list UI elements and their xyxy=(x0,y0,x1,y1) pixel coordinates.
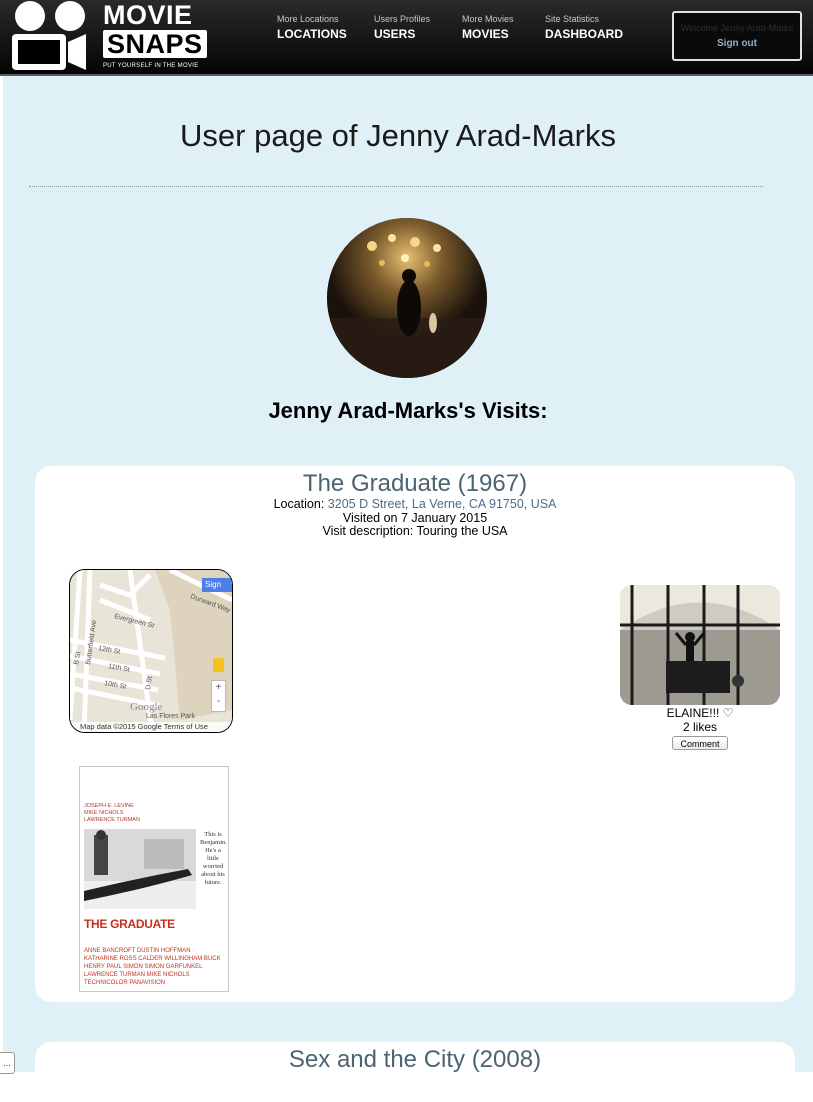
logo-tagline: PUT YOURSELF IN THE MOVIE xyxy=(103,63,199,69)
account-box: Welcome Jenny Arad-Marks Sign out xyxy=(672,11,802,61)
corner-tab[interactable]: ... xyxy=(0,1052,15,1074)
visit-date: Visited on 7 January 2015 xyxy=(342,511,488,525)
divider xyxy=(29,186,763,187)
visit-card: The Graduate (1967) Location: 3205 D Str… xyxy=(35,466,795,1002)
poster-credit-line: MIKE NICHOLS xyxy=(84,810,124,816)
map-tiles: Evergreen St Durward Way 12th St 11th St… xyxy=(70,570,232,732)
map-signin-button[interactable]: Sign xyxy=(202,578,232,592)
nav-locations[interactable]: More Locations LOCATIONS xyxy=(277,13,347,43)
poster-credit-line: LAWRENCE TURMAN xyxy=(84,817,140,823)
welcome-text: Welcome Jenny Arad-Marks xyxy=(680,23,794,33)
camera-logo-icon xyxy=(12,1,86,70)
nav-movies[interactable]: More Movies MOVIES xyxy=(462,13,514,43)
visit-description: Visit description: Touring the USA xyxy=(322,524,508,538)
avatar-image xyxy=(327,218,487,378)
location-label: Location: xyxy=(273,497,325,511)
page-title: User page of Jenny Arad-Marks xyxy=(180,118,616,153)
poster-credits: JOSEPH E. LEVINE MIKE NICHOLS LAWRENCE T… xyxy=(84,803,140,824)
map-label-las-flores: Las Flores Park xyxy=(146,713,196,720)
sign-out-link[interactable]: Sign out xyxy=(674,38,800,49)
map-google-logo: Google xyxy=(130,701,163,713)
logo-snaps-text: SNAPS xyxy=(103,30,207,58)
location-map[interactable]: Evergreen St Durward Way 12th St 11th St… xyxy=(69,569,233,733)
nav-locations-label: LOCATIONS xyxy=(277,27,347,41)
snap-likes: 2 likes xyxy=(682,720,717,734)
snap-caption: ELAINE!!! ♡ 2 likes xyxy=(620,706,780,734)
location-link[interactable]: 3205 D Street, La Verne, CA 91750, USA xyxy=(328,497,557,511)
visits-heading: Jenny Arad-Marks's Visits: xyxy=(268,398,548,423)
zoom-in-button[interactable]: + xyxy=(212,681,225,695)
logo-movie-text: MOVIE xyxy=(103,0,193,30)
visit-movie-title[interactable]: Sex and the City (2008) xyxy=(35,1046,795,1074)
nav-dashboard[interactable]: Site Statistics DASHBOARD xyxy=(545,13,623,43)
visit-card: Sex and the City (2008) xyxy=(35,1042,795,1102)
avatar xyxy=(327,218,487,378)
poster-cast: ANNE BANCROFT DUSTIN HOFFMAN · KATHARINE… xyxy=(84,948,221,986)
nav-locations-subtitle: More Locations xyxy=(277,14,339,24)
nav-users-label: USERS xyxy=(374,27,416,41)
visit-movie-title[interactable]: The Graduate (1967) xyxy=(35,470,795,498)
visit-location: Location: 3205 D Street, La Verne, CA 91… xyxy=(35,497,795,511)
movie-poster[interactable]: JOSEPH E. LEVINE MIKE NICHOLS LAWRENCE T… xyxy=(79,766,229,992)
snap-title: ELAINE!!! ♡ xyxy=(666,706,734,720)
site-header: MOVIE SNAPS PUT YOURSELF IN THE MOVIE Mo… xyxy=(0,0,813,76)
main-content: User page of Jenny Arad-Marks Jenny Arad… xyxy=(3,76,813,1102)
nav-movies-subtitle: More Movies xyxy=(462,14,514,24)
comment-button[interactable]: Comment xyxy=(672,736,728,750)
logo[interactable]: MOVIE SNAPS PUT YOURSELF IN THE MOVIE xyxy=(8,0,207,74)
zoom-out-button[interactable]: - xyxy=(212,695,225,709)
poster-title: THE GRADUATE xyxy=(84,917,175,931)
nav-movies-label: MOVIES xyxy=(462,27,509,41)
map-zoom-control[interactable]: + - xyxy=(211,680,226,712)
snap-image xyxy=(620,585,780,705)
visit-snap-photo[interactable] xyxy=(620,585,780,705)
nav-users[interactable]: Users Profiles USERS xyxy=(374,13,430,43)
pegman-icon[interactable] xyxy=(213,658,224,672)
poster-tagline: This is Benjamin. He's a little worried … xyxy=(200,831,227,886)
map-attribution: Map data ©2015 Google Terms of Use xyxy=(70,722,232,732)
poster-credit-line: JOSEPH E. LEVINE xyxy=(84,803,134,809)
nav-dashboard-label: DASHBOARD xyxy=(545,27,623,41)
nav-dashboard-subtitle: Site Statistics xyxy=(545,14,600,24)
poster-image xyxy=(84,829,196,909)
nav-users-subtitle: Users Profiles xyxy=(374,14,431,24)
